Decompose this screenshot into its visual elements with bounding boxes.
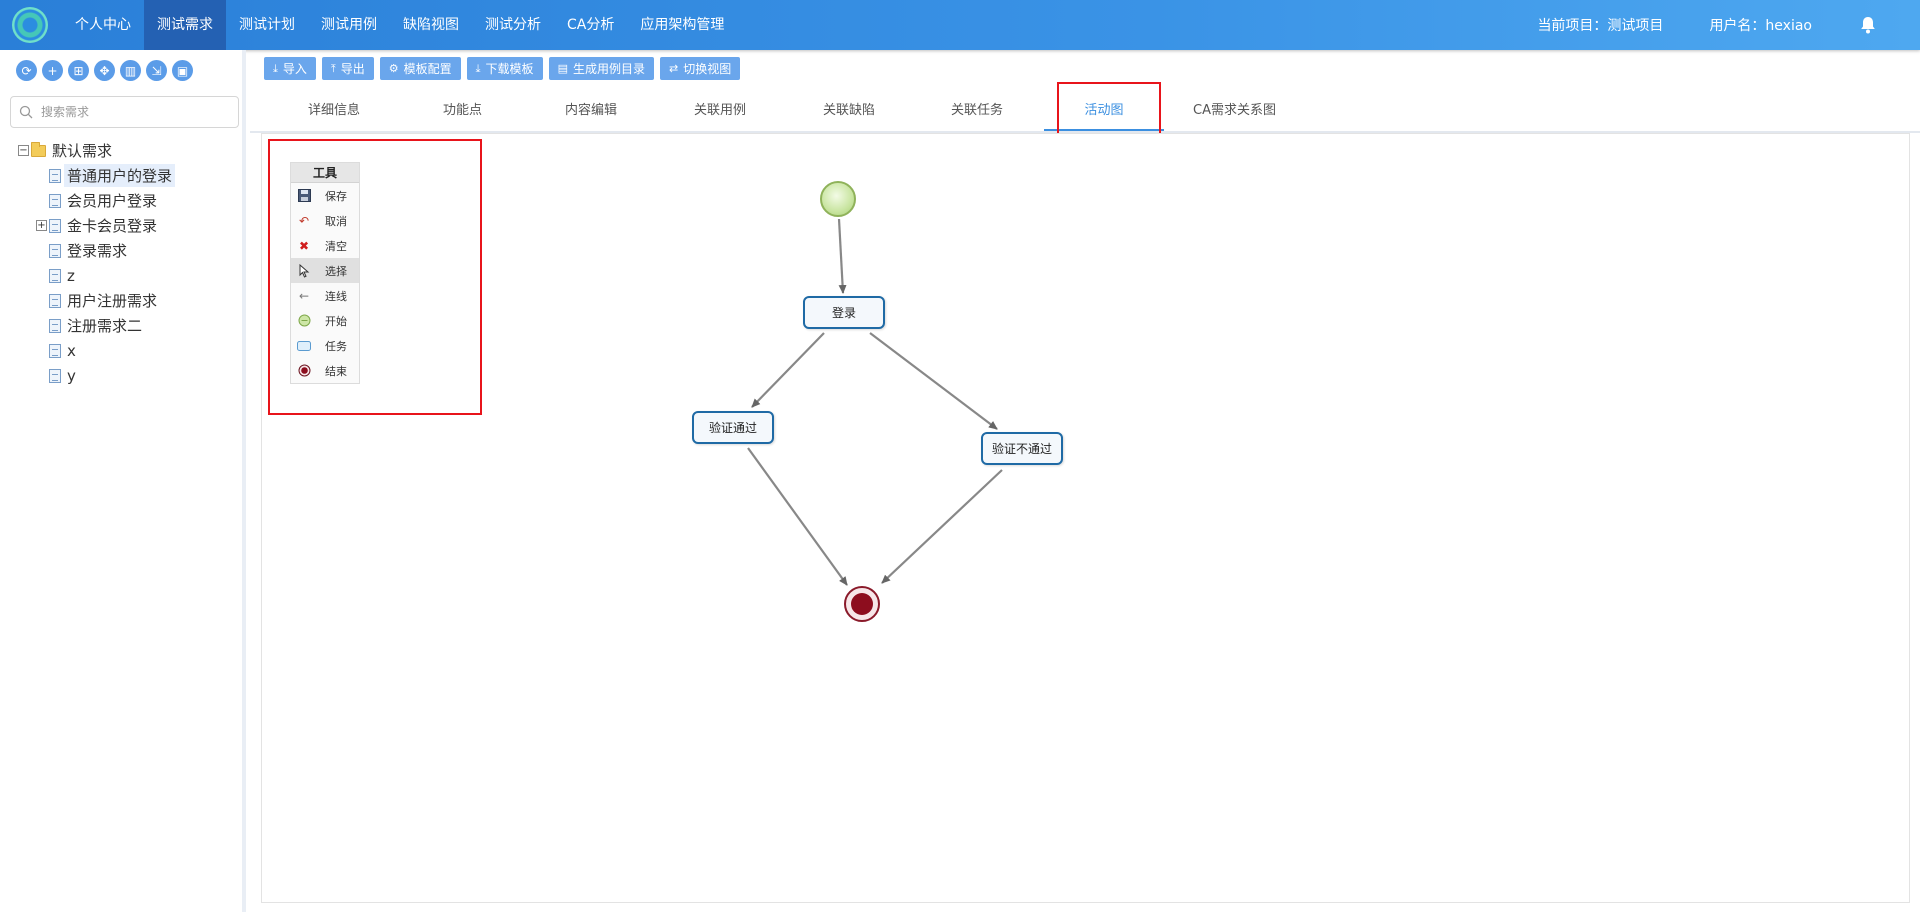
search-input[interactable] (41, 102, 231, 122)
move-icon[interactable]: ✥ (94, 60, 115, 81)
nav-item-test-requirements[interactable]: 测试需求 (144, 0, 226, 50)
tree-item-label[interactable]: 登录需求 (64, 239, 130, 262)
bell-icon[interactable] (1858, 15, 1878, 35)
document-icon (49, 318, 61, 333)
document-icon (49, 293, 61, 308)
document-icon (49, 243, 61, 258)
tab-content-edit[interactable]: 内容编辑 (565, 90, 617, 131)
search-box (10, 96, 239, 128)
document-icon (49, 218, 61, 233)
expand-icon[interactable]: + (36, 220, 47, 231)
swap-icon: ⇄ (668, 62, 679, 75)
tree-item[interactable]: 普通用户的登录 (18, 163, 176, 188)
tab-related-tasks[interactable]: 关联任务 (951, 90, 1003, 131)
nav-item-personal-center[interactable]: 个人中心 (62, 0, 144, 50)
download-icon: ⤓ (273, 61, 278, 75)
activity-diagram-canvas[interactable] (261, 133, 1910, 903)
requirement-tree: − 默认需求 普通用户的登录 会员用户登录 + 金卡会员登录 登录需求 z 用户… (18, 138, 176, 388)
tab-ca-relation-diagram[interactable]: CA需求关系图 (1193, 90, 1276, 131)
tree-item-label[interactable]: 金卡会员登录 (64, 214, 160, 237)
collapse-icon[interactable]: − (18, 145, 29, 156)
nav-item-app-architecture[interactable]: 应用架构管理 (627, 0, 737, 50)
requirement-sidebar: ⟳ + ⊞ ✥ ▥ ⇲ ▣ − 默认需求 普通用户的登录 会员用户登录 + 金卡… (0, 50, 246, 912)
grid-icon[interactable]: ⊞ (68, 60, 89, 81)
refresh-icon[interactable]: ⟳ (16, 60, 37, 81)
nav-item-ca-analysis[interactable]: CA分析 (554, 0, 627, 50)
end-node-core (851, 593, 873, 615)
tree-item-label[interactable]: z (64, 266, 78, 286)
document-icon (49, 168, 61, 183)
tree-item[interactable]: y (18, 363, 175, 388)
fullscreen-icon[interactable]: ▣ (172, 60, 193, 81)
gear-icon: ⚙ (388, 62, 399, 75)
tree-icon-toolbar: ⟳ + ⊞ ✥ ▥ ⇲ ▣ (16, 60, 193, 81)
nav-item-test-analysis[interactable]: 测试分析 (472, 0, 554, 50)
download-icon: ⤓ (475, 61, 481, 75)
end-node[interactable] (844, 586, 880, 622)
start-node[interactable] (820, 181, 856, 217)
document-icon (49, 268, 61, 283)
username: 用户名：hexiao (1709, 18, 1812, 34)
nav-item-defect-view[interactable]: 缺陷视图 (390, 0, 472, 50)
nav-item-test-cases[interactable]: 测试用例 (308, 0, 390, 50)
tree-item[interactable]: 会员用户登录 (18, 188, 175, 213)
import-button[interactable]: ⤓ 导入 (264, 57, 316, 80)
highlight-box-tools (268, 139, 482, 415)
delete-icon[interactable]: ▥ (120, 60, 141, 81)
export-button[interactable]: ⤒ 导出 (321, 57, 374, 80)
tree-root[interactable]: − 默认需求 (18, 138, 175, 163)
folder-icon (31, 141, 46, 157)
document-icon (49, 193, 61, 208)
switch-view-button[interactable]: ⇄ 切换视图 (659, 57, 741, 80)
add-icon[interactable]: + (42, 60, 63, 81)
export-icon[interactable]: ⇲ (146, 60, 167, 81)
tree-item-label[interactable]: 会员用户登录 (64, 189, 160, 212)
template-config-button[interactable]: ⚙ 模板配置 (379, 57, 461, 80)
action-toolbar: ⤓ 导入 ⤒ 导出 ⚙ 模板配置 ⤓ 下载模板 ▤ 生成用例目录 ⇄ 切换视图 (264, 57, 741, 80)
nav-item-test-plan[interactable]: 测试计划 (226, 0, 308, 50)
upload-icon: ⤒ (330, 61, 336, 75)
task-node-login[interactable]: 登录 (803, 296, 885, 329)
document-icon (49, 368, 61, 383)
task-node-verify-pass[interactable]: 验证通过 (692, 411, 774, 444)
tree-item[interactable]: z (18, 263, 175, 288)
tab-related-defects[interactable]: 关联缺陷 (823, 90, 875, 131)
tree-item[interactable]: 用户注册需求 (18, 288, 175, 313)
main-nav: 个人中心 测试需求 测试计划 测试用例 缺陷视图 测试分析 CA分析 应用架构管… (62, 0, 737, 50)
tab-related-cases[interactable]: 关联用例 (694, 90, 746, 131)
document-icon (49, 343, 61, 358)
tree-item-label[interactable]: 用户注册需求 (64, 289, 160, 312)
tree-item[interactable]: 注册需求二 (18, 313, 175, 338)
tree-item-label[interactable]: 普通用户的登录 (64, 164, 176, 187)
document-icon: ▤ (557, 62, 568, 75)
tree-item-label[interactable]: 注册需求二 (64, 314, 145, 337)
tab-function-points[interactable]: 功能点 (443, 90, 482, 131)
tree-item-label[interactable]: y (64, 366, 79, 386)
tree-item[interactable]: x (18, 338, 175, 363)
task-node-verify-fail[interactable]: 验证不通过 (981, 432, 1063, 465)
tab-details[interactable]: 详细信息 (308, 90, 360, 131)
tree-item-label[interactable]: x (64, 341, 79, 361)
top-navigation-bar: 个人中心 测试需求 测试计划 测试用例 缺陷视图 测试分析 CA分析 应用架构管… (0, 0, 1920, 50)
current-project: 当前项目：测试项目 (1537, 18, 1664, 34)
tree-item[interactable]: + 金卡会员登录 (18, 213, 175, 238)
app-logo[interactable] (12, 7, 48, 43)
tree-root-label[interactable]: 默认需求 (49, 139, 115, 162)
search-icon (19, 105, 33, 119)
generate-case-catalog-button[interactable]: ▤ 生成用例目录 (548, 57, 654, 80)
download-template-button[interactable]: ⤓ 下载模板 (466, 57, 543, 80)
tree-item[interactable]: 登录需求 (18, 238, 175, 263)
